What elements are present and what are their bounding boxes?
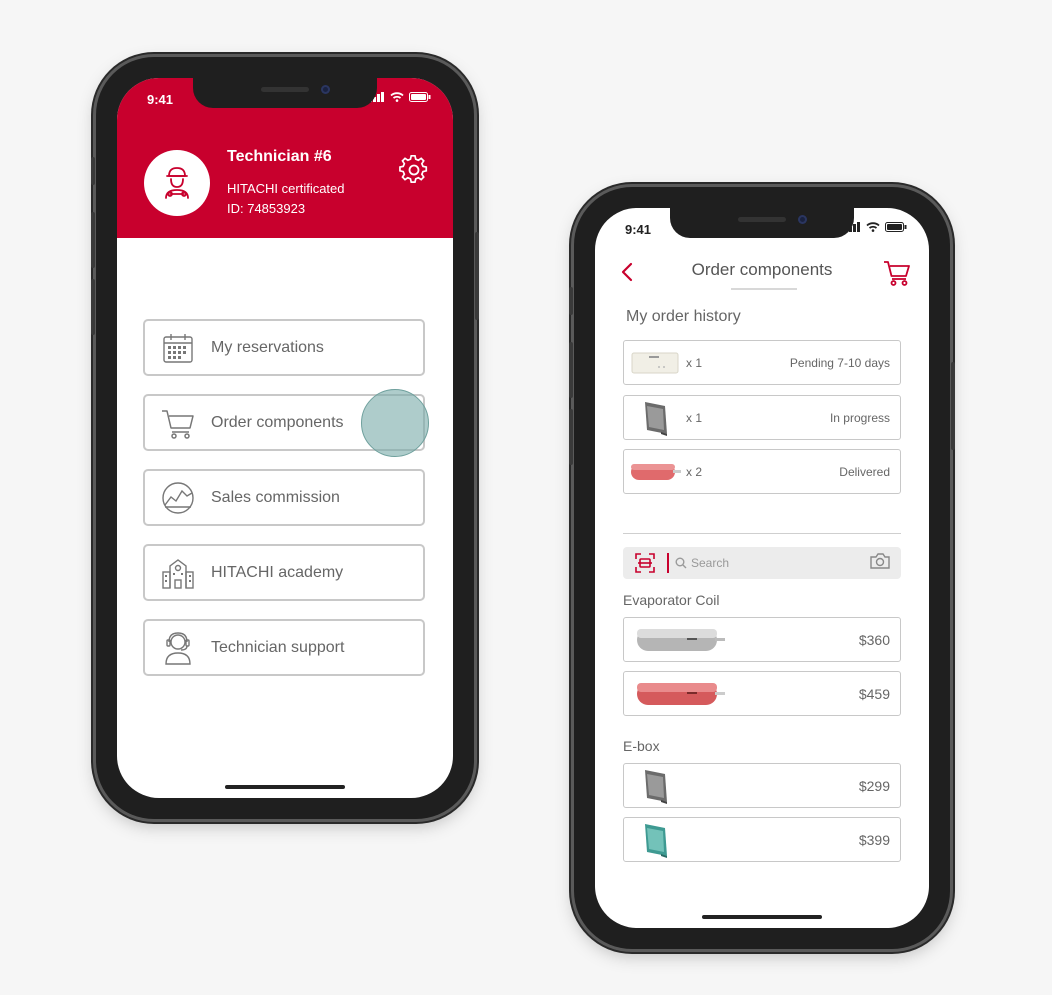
camera-icon[interactable] <box>869 552 891 575</box>
menu-label: HITACHI academy <box>211 563 344 581</box>
scan-icon[interactable] <box>629 552 661 574</box>
volume-down-button <box>91 279 95 335</box>
notch <box>193 78 377 108</box>
category-title: E-box <box>623 738 660 754</box>
white-unit-thumb <box>624 348 686 378</box>
technician-avatar-icon <box>144 150 210 216</box>
order-qty: x 1 <box>686 410 703 425</box>
menu-technician-support[interactable]: Technician support <box>143 619 425 676</box>
silent-switch <box>91 157 95 185</box>
cart-icon <box>145 406 211 440</box>
red-coil-thumb <box>624 459 686 485</box>
search-divider <box>667 553 669 573</box>
technician-id: ID: 74853923 <box>227 201 306 216</box>
menu-label: Technician support <box>211 638 345 656</box>
product-row[interactable]: $399 <box>623 817 901 862</box>
phone-technician-home: 9:41 Technician #6 HITACHI certificated <box>91 57 479 819</box>
order-status: In progress <box>829 410 890 425</box>
order-status: Pending 7-10 days <box>789 355 890 370</box>
page-title: Order components <box>691 260 833 279</box>
menu-label: Order components <box>211 413 344 431</box>
chart-icon <box>145 481 211 515</box>
volume-up-button <box>91 212 95 268</box>
order-status: Delivered <box>839 464 890 479</box>
headset-icon <box>145 630 211 666</box>
wifi-icon <box>390 92 404 102</box>
volume-down-button <box>569 409 573 465</box>
battery-icon <box>885 222 907 232</box>
product-row[interactable]: $299 <box>623 763 901 808</box>
calendar-icon <box>145 331 211 365</box>
menu-sales-commission[interactable]: Sales commission <box>143 469 425 526</box>
menu-my-reservations[interactable]: My reservations <box>143 319 425 376</box>
product-price: $399 <box>858 831 890 848</box>
search-bar[interactable]: Search <box>623 547 901 579</box>
silver-coil-thumb <box>624 623 734 657</box>
silent-switch <box>569 287 573 315</box>
title-underline <box>731 288 797 290</box>
phone-order-components: 9:41 Order components My order history x… <box>569 187 955 949</box>
order-history-row[interactable]: x 1 Pending 7-10 days <box>623 340 901 385</box>
home-indicator[interactable] <box>702 915 822 919</box>
status-time: 9:41 <box>147 92 174 107</box>
category-title: Evaporator Coil <box>623 592 720 608</box>
cart-icon[interactable] <box>883 258 911 291</box>
certification-text: HITACHI certificated <box>227 181 345 196</box>
order-qty: x 1 <box>686 355 703 370</box>
red-coil-thumb <box>624 677 734 711</box>
tap-indicator <box>361 389 429 457</box>
power-button <box>475 232 479 320</box>
home-screen: 9:41 Technician #6 HITACHI certificated <box>117 78 453 798</box>
product-price: $360 <box>858 631 890 648</box>
battery-icon <box>409 92 431 102</box>
order-history-title: My order history <box>626 308 741 325</box>
product-price: $299 <box>858 777 890 794</box>
status-icons <box>845 222 907 232</box>
volume-up-button <box>569 342 573 398</box>
order-screen: 9:41 Order components My order history x… <box>595 208 929 928</box>
menu-label: My reservations <box>211 338 324 356</box>
menu-label: Sales commission <box>211 488 340 506</box>
technician-name: Technician #6 <box>227 148 332 165</box>
home-indicator[interactable] <box>225 785 345 789</box>
menu-hitachi-academy[interactable]: HITACHI academy <box>143 544 425 601</box>
teal-ebox-thumb <box>624 820 686 860</box>
order-history-row[interactable]: x 1 In progress <box>623 395 901 440</box>
order-qty: x 2 <box>686 464 703 479</box>
technician-details: HITACHI certificated ID: 74853923 <box>227 179 345 219</box>
gray-ebox-thumb <box>624 766 686 806</box>
search-icon <box>675 557 687 569</box>
product-row[interactable]: $459 <box>623 671 901 716</box>
power-button <box>951 362 955 450</box>
notch <box>670 208 854 238</box>
wifi-icon <box>866 222 880 232</box>
gear-icon[interactable] <box>399 154 429 190</box>
status-time: 9:41 <box>625 222 652 237</box>
product-row[interactable]: $360 <box>623 617 901 662</box>
gray-ebox-thumb <box>624 398 686 438</box>
product-price: $459 <box>858 685 890 702</box>
divider <box>623 533 901 534</box>
status-icons <box>369 92 431 102</box>
building-icon <box>145 556 211 590</box>
search-placeholder: Search <box>691 556 730 570</box>
order-history-row[interactable]: x 2 Delivered <box>623 449 901 494</box>
